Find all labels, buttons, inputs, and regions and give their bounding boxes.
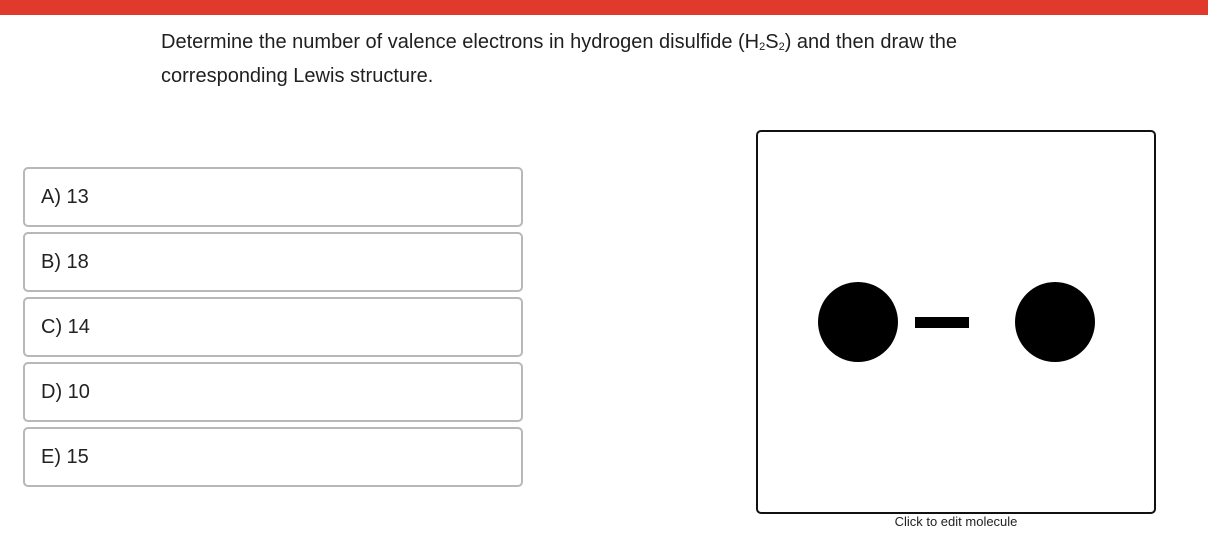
option-e[interactable]: E) 15 [23, 427, 523, 487]
option-c[interactable]: C) 14 [23, 297, 523, 357]
option-a-label: A) 13 [41, 185, 89, 208]
atom-left [818, 282, 898, 362]
edit-molecule-link[interactable]: Click to edit molecule [756, 514, 1156, 529]
question-text: Determine the number of valence electron… [161, 31, 958, 87]
option-b[interactable]: B) 18 [23, 232, 523, 292]
option-b-label: B) 18 [41, 250, 89, 273]
single-bond [915, 317, 969, 328]
option-d[interactable]: D) 10 [23, 362, 523, 422]
top-accent-bar [0, 0, 1208, 15]
option-a[interactable]: A) 13 [23, 167, 523, 227]
option-d-label: D) 10 [41, 380, 90, 403]
molecule-editor[interactable] [756, 130, 1156, 514]
molecule-drawing [818, 282, 1095, 362]
option-c-label: C) 14 [41, 315, 90, 338]
atom-right [1015, 282, 1095, 362]
option-e-label: E) 15 [41, 445, 89, 468]
answer-options: A) 13 B) 18 C) 14 D) 10 E) 15 [23, 167, 523, 492]
